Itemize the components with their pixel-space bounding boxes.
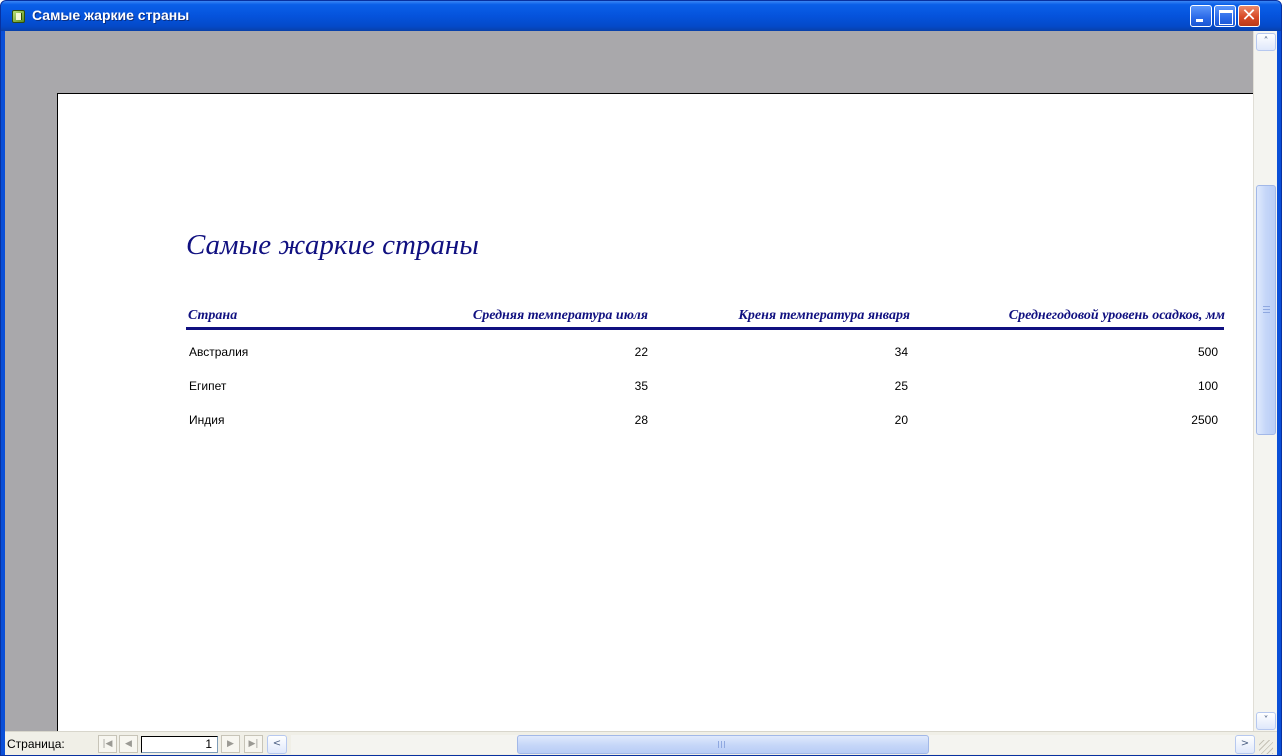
cell-precipitation: 100 — [1197, 379, 1218, 393]
vertical-scroll-thumb[interactable] — [1256, 185, 1276, 435]
chevron-left-icon: < — [272, 738, 282, 749]
page-navigation-bar: Страница: |◀ ◀ 1 ▶ ▶| < > — [5, 731, 1277, 755]
close-icon: ✕ — [1241, 5, 1257, 26]
cell-july: 35 — [634, 379, 648, 393]
horizontal-scroll-thumb[interactable] — [517, 735, 929, 754]
last-page-icon: ▶| — [248, 739, 259, 749]
scroll-right-button[interactable]: > — [1235, 735, 1255, 754]
previous-page-icon: ◀ — [125, 739, 132, 749]
column-header-july-temperature: Средняя температура июля — [472, 308, 648, 323]
report-icon — [12, 10, 25, 23]
first-page-button[interactable]: |◀ — [98, 735, 117, 753]
cell-january: 34 — [894, 345, 908, 359]
cell-january: 25 — [894, 379, 908, 393]
chevron-up-icon: ˄ — [1263, 36, 1269, 47]
vertical-scrollbar[interactable]: ˄ ˅ — [1253, 31, 1277, 731]
last-page-button[interactable]: ▶| — [244, 735, 263, 753]
column-header-january-temperature: Креня температура января — [738, 308, 910, 323]
client-area: Самые жаркие страны Страна Средняя темпе… — [5, 31, 1277, 755]
page-number-input[interactable]: 1 — [141, 736, 218, 753]
page-label: Страница: — [7, 737, 65, 751]
print-preview-canvas: Самые жаркие страны Страна Средняя темпе… — [5, 31, 1253, 731]
scroll-down-button[interactable]: ˅ — [1256, 712, 1276, 730]
cell-country: Индия — [189, 413, 225, 427]
cell-july: 28 — [634, 413, 648, 427]
window-title: Самые жаркие страны — [32, 7, 190, 23]
column-header-country: Страна — [188, 308, 238, 323]
column-header-precipitation: Среднегодовой уровень осадков, мм — [1008, 308, 1225, 323]
report-page: Самые жаркие страны Страна Средняя темпе… — [57, 93, 1253, 731]
previous-page-button[interactable]: ◀ — [119, 735, 138, 753]
cell-july: 22 — [634, 345, 648, 359]
cell-country: Египет — [189, 379, 227, 393]
cell-january: 20 — [894, 413, 908, 427]
header-divider — [186, 327, 1224, 330]
cell-precipitation: 2500 — [1191, 413, 1218, 427]
table-row: Египет 35 25 100 — [58, 379, 1253, 399]
title-bar[interactable]: Самые жаркие страны ✕ — [1, 1, 1281, 31]
cell-precipitation: 500 — [1197, 345, 1218, 359]
report-title: Самые жаркие страны — [186, 229, 479, 261]
first-page-icon: |◀ — [102, 739, 113, 749]
chevron-down-icon: ˅ — [1263, 715, 1269, 726]
resize-grip-icon[interactable] — [1259, 740, 1273, 754]
scroll-left-button[interactable]: < — [267, 735, 287, 754]
cell-country: Австралия — [189, 345, 249, 359]
minimize-button[interactable] — [1190, 5, 1212, 27]
maximize-button[interactable] — [1214, 5, 1236, 27]
table-row: Индия 28 20 2500 — [58, 413, 1253, 433]
close-button[interactable]: ✕ — [1238, 5, 1260, 27]
scroll-up-button[interactable]: ˄ — [1256, 33, 1276, 51]
chevron-right-icon: > — [1240, 738, 1250, 749]
next-page-button[interactable]: ▶ — [221, 735, 240, 753]
grip-icon — [718, 741, 725, 748]
grip-icon — [1263, 306, 1270, 313]
table-row: Австралия 22 34 500 — [58, 345, 1253, 365]
next-page-icon: ▶ — [227, 739, 234, 749]
report-window: Самые жаркие страны ✕ Самые жаркие стран… — [0, 0, 1282, 756]
